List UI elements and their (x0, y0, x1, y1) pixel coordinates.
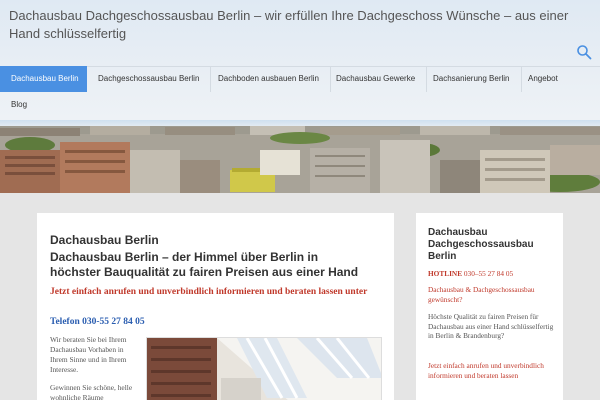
sidebar-widget: Dachausbau Dachgeschossausbau Berlin HOT… (416, 213, 563, 400)
attic-room-photo (146, 337, 382, 400)
hotline-line: HOTLINE 030–55 27 84 05 (428, 269, 556, 279)
widget-title: Dachausbau Dachgeschossausbau Berlin (428, 227, 534, 262)
nav-item-dachboden-ausbauen-berlin[interactable]: Dachboden ausbauen Berlin (207, 66, 331, 92)
hotline-label: HOTLINE (428, 269, 463, 278)
hotline-number-link[interactable]: 030–55 27 84 05 (464, 269, 513, 278)
phone-label: Telefon (50, 317, 80, 327)
sidebar-paragraph: Höchste Qualität zu fairen Preisen für D… (428, 312, 554, 340)
site-title[interactable]: Dachausbau Dachgeschossausbau Berlin – w… (9, 7, 569, 43)
main-navigation: Dachausbau Berlin Dachgeschossausbau Ber… (0, 66, 600, 120)
intro-heading: Dachausbau Berlin – der Himmel über Berl… (50, 250, 359, 279)
page-title: Dachausbau Berlin (50, 233, 159, 247)
nav-item-dachsanierung-berlin[interactable]: Dachsanierung Berlin (422, 66, 522, 92)
nav-item-dachgeschossausbau-berlin[interactable]: Dachgeschossausbau Berlin (87, 66, 212, 92)
nav-item-angebot[interactable]: Angebot (517, 66, 569, 92)
phone-line: Telefon 030-55 27 84 05 (50, 317, 145, 327)
nav-item-dachausbau-berlin[interactable]: Dachausbau Berlin (0, 66, 87, 92)
phone-number-link[interactable]: 030-55 27 84 05 (82, 317, 145, 327)
sidebar-question: Dachausbau & Dachgeschossausbau gewünsch… (428, 285, 535, 304)
main-content: Dachausbau Berlin Dachausbau Berlin – de… (37, 213, 394, 400)
berlin-skyline-banner (0, 120, 600, 193)
body-text: Wir beraten Sie bei Ihrem Dachausbau Vor… (50, 335, 140, 400)
body-paragraph-1: Wir beraten Sie bei Ihrem Dachausbau Vor… (50, 335, 127, 374)
body-paragraph-2: Gewinnen Sie schöne, helle wohnliche Räu… (50, 383, 133, 400)
nav-item-dachausbau-gewerke[interactable]: Dachausbau Gewerke (325, 66, 428, 92)
call-to-action-text: Jetzt einfach anrufen und unverbindlich … (50, 287, 368, 297)
sidebar-call-to-action: Jetzt einfach anrufen und unverbindlich … (428, 361, 544, 380)
nav-item-blog[interactable]: Blog (0, 92, 38, 118)
search-icon[interactable] (572, 40, 596, 64)
